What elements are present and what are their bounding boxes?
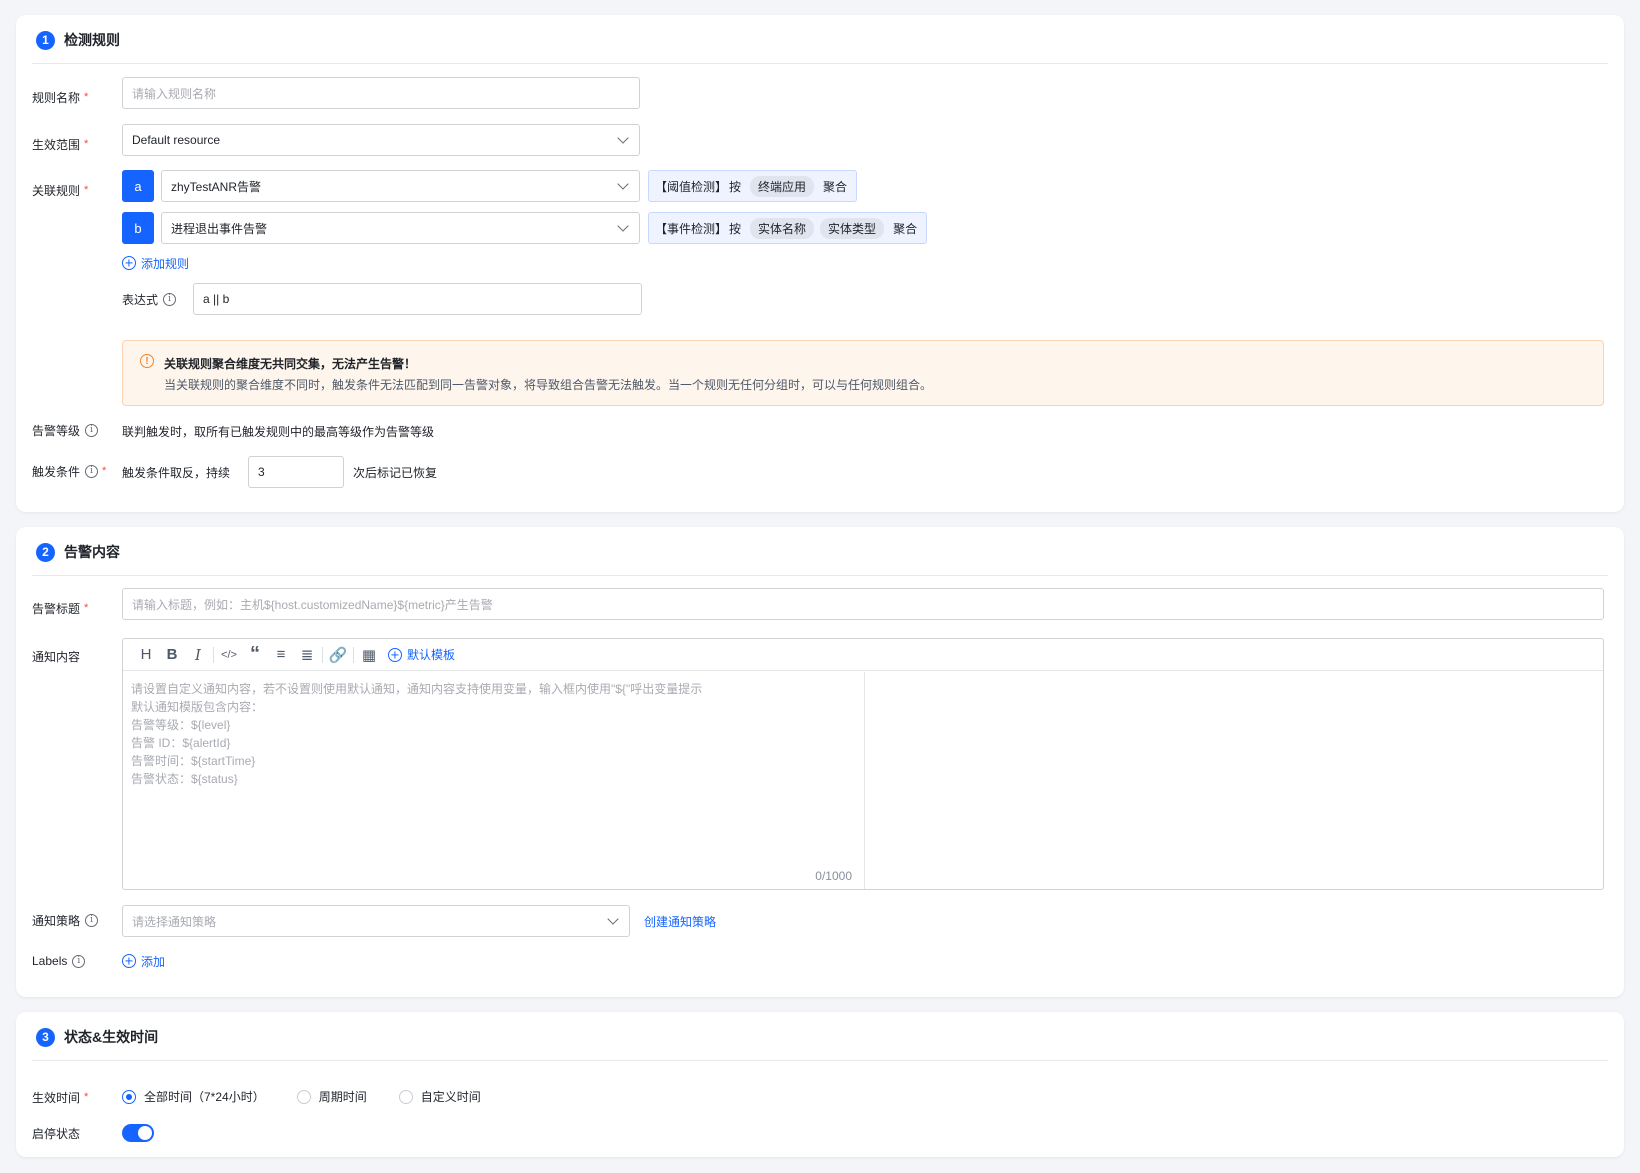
agg-tag: 实体名称 [750, 217, 815, 239]
heading-icon[interactable]: H [133, 644, 159, 666]
divider [32, 575, 1608, 576]
section-title: 状态&生效时间 [64, 1029, 159, 1045]
info-icon[interactable]: i [85, 913, 99, 927]
labels-label: Labels i [32, 951, 86, 971]
default-template-button[interactable]: 默认模板 [388, 646, 455, 663]
scope-label: 生效范围 * [32, 137, 89, 152]
quote-icon[interactable]: “ [242, 643, 268, 666]
toggle-knob [138, 1126, 152, 1140]
rule-a-aggregation: 【阈值检测】 按 终端应用 聚合 [648, 170, 858, 202]
status-toggle[interactable] [122, 1124, 154, 1142]
notify-content-editor: H B I </> “ ≡ ≣ 🔗 ▦ 默认模板 请设置自定义通知内容，若不设置… [122, 638, 1604, 890]
rule-name-label: 规则名称 * [32, 90, 89, 105]
chevron-down-icon [617, 220, 629, 232]
rule-badge-b: b [122, 212, 154, 244]
section-number: 1 [36, 30, 55, 50]
policy-label: 通知策略 i [32, 910, 99, 930]
link-icon[interactable]: 🔗 [325, 644, 351, 666]
effective-time-radios: 全部时间（7*24小时） 周期时间 自定义时间 [122, 1088, 513, 1105]
effective-time-label: 生效时间 * [32, 1090, 89, 1105]
alert-title-label: 告警标题 * [32, 601, 89, 616]
plus-circle-icon [388, 647, 402, 662]
alert-level-text: 联判触发时，取所有已触发规则中的最高等级作为告警等级 [122, 425, 435, 439]
trigger-suffix: 次后标记已恢复 [353, 466, 438, 480]
alert-title-input[interactable]: 请输入标题，例如：主机${host.customizedName}${metri… [122, 588, 1604, 620]
divider [32, 1060, 1608, 1061]
code-block-icon[interactable]: </> [216, 644, 242, 666]
bold-icon[interactable]: B [159, 644, 185, 666]
section-title: 检测规则 [64, 32, 120, 48]
agg-tag: 实体类型 [820, 217, 885, 239]
status-time-card: 3 状态&生效时间 生效时间 * 全部时间（7*24小时） 周期时间 自定义时间 … [16, 1012, 1624, 1157]
radio-all-time[interactable]: 全部时间（7*24小时） [122, 1088, 265, 1105]
alert-content-card: 2 告警内容 告警标题 * 请输入标题，例如：主机${host.customize… [16, 527, 1624, 997]
expression-label: 表达式 i [122, 289, 177, 309]
radio-dot [296, 1089, 311, 1104]
ordered-list-icon[interactable]: ≣ [294, 644, 320, 666]
italic-icon[interactable]: I [185, 644, 211, 666]
add-rule-button[interactable]: 添加规则 [122, 254, 189, 272]
chevron-down-icon [617, 132, 629, 144]
radio-periodic-time[interactable]: 周期时间 [296, 1088, 367, 1105]
info-icon[interactable]: i [85, 464, 99, 478]
chevron-down-icon [607, 913, 619, 925]
notify-content-label: 通知内容 [32, 649, 81, 664]
info-icon[interactable]: i [163, 292, 177, 306]
policy-select[interactable]: 请选择通知策略 [122, 905, 630, 937]
editor-input-area[interactable]: 请设置自定义通知内容，若不设置则使用默认通知，通知内容支持使用变量，输入框内使用… [123, 672, 865, 889]
status-label: 启停状态 [32, 1126, 81, 1141]
rule-b-aggregation: 【事件检测】 按 实体名称 实体类型 聚合 [648, 212, 928, 244]
section-number: 2 [36, 542, 55, 562]
related-rule-select-b[interactable]: 进程退出事件告警 [161, 212, 640, 244]
plus-circle-icon [122, 954, 136, 968]
expression-input[interactable]: a || b [193, 283, 642, 315]
add-label-button[interactable]: 添加 [122, 952, 165, 970]
rule-badge-a: a [122, 170, 154, 202]
rule-name-input[interactable]: 请输入规则名称 [122, 77, 640, 109]
warning-icon: ! [140, 354, 154, 368]
trigger-prefix: 触发条件取反，持续 [122, 466, 231, 480]
trigger-label: 触发条件 i * [32, 464, 107, 479]
char-counter: 0/1000 [815, 869, 852, 883]
section-number: 3 [36, 1027, 55, 1047]
section-header: 3 状态&生效时间 [36, 1026, 158, 1048]
related-rule-select-a[interactable]: zhyTestANR告警 [161, 170, 640, 202]
detection-rules-card: 1 检测规则 规则名称 * 请输入规则名称 生效范围 * Default resou… [16, 15, 1624, 512]
create-policy-link[interactable]: 创建通知策略 [644, 913, 716, 930]
editor-toolbar: H B I </> “ ≡ ≣ 🔗 ▦ 默认模板 [123, 639, 1603, 671]
section-header: 2 告警内容 [36, 541, 120, 563]
plus-circle-icon [122, 256, 136, 270]
scope-select[interactable]: Default resource [122, 124, 640, 156]
radio-dot [122, 1089, 136, 1104]
chevron-down-icon [617, 178, 629, 190]
bullet-list-icon[interactable]: ≡ [268, 644, 294, 666]
agg-tag: 终端应用 [750, 175, 815, 197]
radio-dot [398, 1089, 413, 1104]
warning-alert: ! 关联规则聚合维度无共同交集，无法产生告警！ 当关联规则的聚合维度不同时，触发… [122, 340, 1604, 406]
table-icon[interactable]: ▦ [356, 644, 382, 666]
warning-text: 当关联规则的聚合维度不同时，触发条件无法匹配到同一告警对象，将导致组合告警无法触… [164, 378, 933, 392]
info-icon[interactable]: i [85, 423, 99, 437]
related-rules-label: 关联规则 * [32, 183, 89, 198]
section-header: 1 检测规则 [36, 29, 120, 51]
warning-title: 关联规则聚合维度无共同交集，无法产生告警！ [164, 357, 417, 371]
section-title: 告警内容 [64, 544, 120, 560]
info-icon[interactable]: i [72, 954, 86, 968]
radio-custom-time[interactable]: 自定义时间 [398, 1088, 481, 1105]
trigger-count-input[interactable]: 3 [248, 456, 344, 488]
divider [32, 63, 1608, 64]
alert-level-label: 告警等级 i [32, 420, 99, 440]
